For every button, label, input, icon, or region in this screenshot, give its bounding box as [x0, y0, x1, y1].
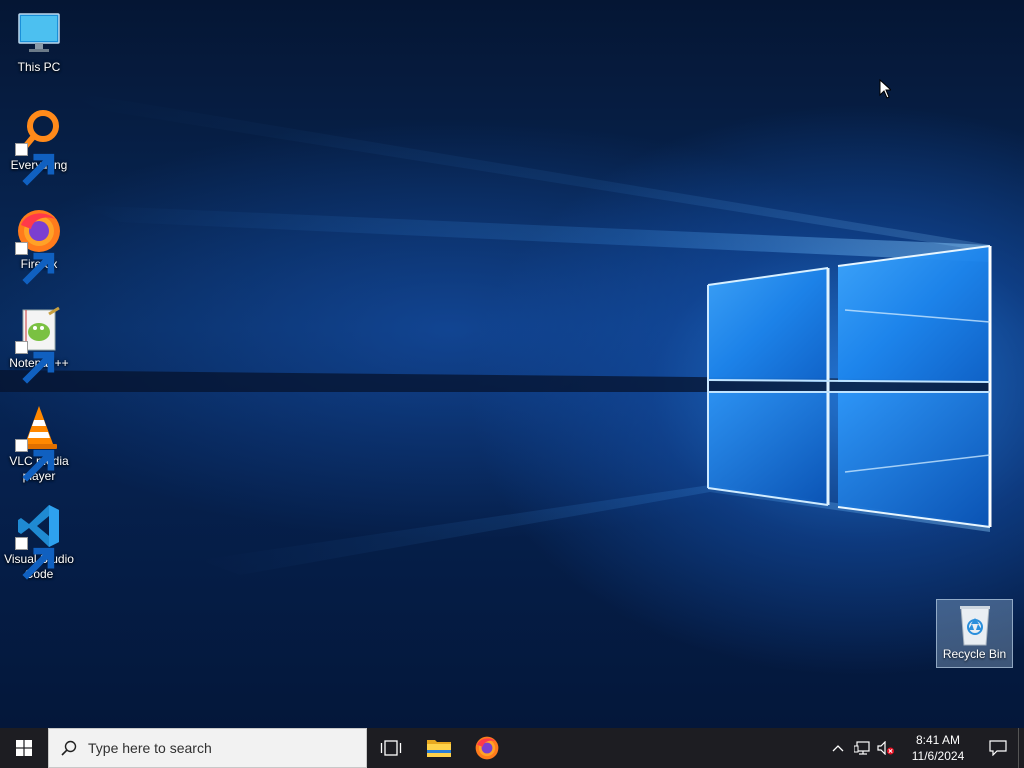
desktop-icon-recycle-bin[interactable]: Recycle Bin	[936, 599, 1013, 668]
clock-date: 11/6/2024	[911, 749, 965, 763]
taskbar-clock[interactable]: 8:41 AM 11/6/2024	[902, 732, 974, 764]
file-explorer-icon	[427, 740, 451, 757]
vlc-cone-icon	[15, 404, 63, 482]
action-center-button[interactable]	[978, 728, 1018, 768]
shortcut-arrow-icon	[15, 242, 55, 285]
monitor-icon	[15, 10, 63, 58]
start-button[interactable]	[0, 728, 48, 768]
search-placeholder: Type here to search	[88, 740, 212, 756]
search-icon	[61, 740, 77, 756]
shortcut-arrow-icon	[15, 143, 55, 186]
desktop-icon-everything[interactable]: Everything	[1, 108, 77, 186]
recycle-bin-icon	[955, 603, 995, 647]
desktop-icon-notepad-plus-plus[interactable]: Notepad++	[1, 306, 77, 384]
shortcut-arrow-icon	[15, 341, 55, 384]
firefox-taskbar-button[interactable]	[463, 728, 511, 768]
shortcut-arrow-icon	[15, 439, 55, 482]
desktop-icon-vscode[interactable]: Visual Studio Code	[1, 502, 77, 582]
clock-time: 8:41 AM	[915, 733, 961, 747]
shortcut-arrow-icon	[15, 537, 55, 580]
everything-search-icon	[15, 108, 63, 186]
vscode-icon	[15, 502, 63, 580]
notification-icon	[989, 740, 1007, 756]
file-explorer-button[interactable]	[415, 728, 463, 768]
network-icon	[854, 741, 870, 755]
network-button[interactable]	[850, 728, 874, 768]
task-view-button[interactable]	[367, 728, 415, 768]
show-hidden-icons-button[interactable]	[826, 728, 850, 768]
show-desktop-button[interactable]	[1018, 728, 1024, 768]
desktop-icon-label: This PC	[17, 60, 61, 74]
notepad-plus-plus-icon	[15, 306, 63, 384]
system-tray: 8:41 AM 11/6/2024	[826, 728, 1024, 768]
chevron-up-icon	[832, 745, 844, 752]
desktop-icon-this-pc[interactable]: This PC	[1, 10, 77, 75]
desktop-icon-label: Recycle Bin	[942, 647, 1007, 661]
mouse-cursor-icon	[879, 79, 891, 99]
taskbar-search-box[interactable]: Type here to search	[48, 728, 367, 768]
desktop-icon-firefox[interactable]: Firefox	[1, 207, 77, 285]
windows-logo-icon	[16, 740, 32, 756]
desktop-icon-vlc[interactable]: VLC media player	[1, 404, 77, 484]
firefox-icon	[475, 736, 499, 760]
task-view-icon	[380, 740, 402, 756]
firefox-icon	[15, 207, 63, 285]
volume-muted-icon	[877, 741, 894, 755]
desktop-wallpaper	[0, 0, 1024, 728]
taskbar: Type here to search 8:41 AM 11/6/2024	[0, 728, 1024, 768]
volume-button[interactable]	[874, 728, 898, 768]
